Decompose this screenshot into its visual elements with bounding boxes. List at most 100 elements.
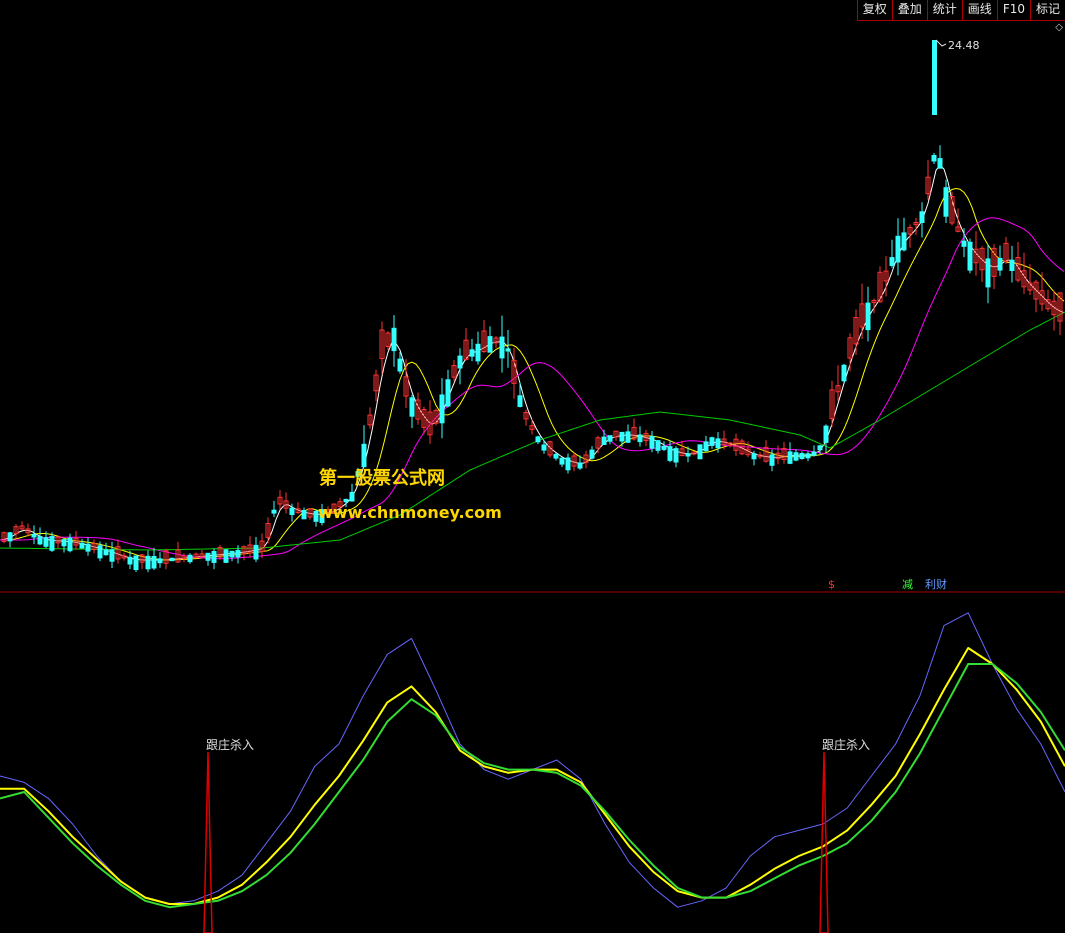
candle-body — [457, 355, 463, 369]
candle — [109, 541, 115, 569]
candle-body — [391, 327, 397, 352]
signal-spike-2 — [819, 751, 829, 933]
candle-body — [517, 395, 523, 407]
peak-candle — [932, 40, 937, 115]
candle — [115, 539, 121, 564]
candle — [937, 145, 943, 169]
candle — [469, 338, 475, 362]
candle — [835, 365, 841, 401]
candle — [7, 532, 13, 548]
candle — [565, 453, 571, 474]
f10-button[interactable]: F10 — [998, 0, 1031, 20]
candle — [61, 538, 67, 553]
candle-body — [349, 491, 355, 502]
candle — [265, 517, 271, 544]
candle-body — [901, 232, 907, 251]
candle — [949, 191, 955, 226]
candle — [487, 326, 493, 353]
watermark-url: www.chnmoney.com — [318, 503, 502, 522]
candle-body — [931, 155, 937, 162]
candle-body — [445, 379, 451, 407]
candle — [439, 378, 445, 439]
candle-body — [487, 336, 493, 353]
mark-button[interactable]: 标记 — [1031, 0, 1065, 20]
candle — [1039, 272, 1045, 312]
candlestick-series — [1, 40, 1063, 573]
candle — [145, 550, 151, 573]
candle — [787, 442, 793, 465]
candle — [19, 521, 25, 531]
candle — [157, 552, 163, 568]
candle — [475, 331, 481, 365]
candle-body — [811, 451, 817, 456]
candle — [691, 451, 697, 456]
candle-body — [205, 552, 211, 561]
candle — [847, 333, 853, 372]
candle-body — [67, 537, 73, 552]
candle-body — [271, 509, 277, 514]
candle-body — [625, 431, 631, 443]
candle — [271, 500, 277, 518]
candle — [505, 330, 511, 368]
candle — [385, 331, 391, 351]
candle-body — [223, 549, 229, 563]
statistics-button[interactable]: 统计 — [928, 0, 963, 20]
candle — [673, 446, 679, 468]
candle — [199, 550, 205, 558]
stock-chart-canvas[interactable]: 24.48 $ 减 利财 第一股票公式网 www.chnmoney.com 跟庄… — [0, 0, 1065, 933]
candle — [361, 425, 367, 468]
candle-body — [577, 462, 583, 469]
candle — [535, 435, 541, 445]
restore-rights-button[interactable]: 复权 — [858, 0, 893, 20]
oscillator-line-green — [0, 663, 1065, 909]
candle-body — [151, 556, 157, 569]
candle-body — [79, 542, 85, 549]
candle — [445, 369, 451, 408]
candle — [409, 394, 415, 429]
candle-body — [787, 451, 793, 464]
candle-body — [823, 425, 829, 443]
candle-body — [145, 555, 151, 570]
candle-body — [61, 539, 67, 547]
candle-body — [505, 348, 511, 352]
candle-body — [229, 550, 235, 558]
overlay-button[interactable]: 叠加 — [893, 0, 928, 20]
candle — [133, 555, 139, 572]
candle-body — [967, 241, 973, 271]
candle — [451, 360, 457, 382]
candle-body — [889, 257, 895, 267]
candle-body — [649, 436, 655, 449]
candle — [1033, 279, 1039, 313]
candle — [619, 431, 625, 447]
candle-body — [589, 449, 595, 459]
candle-body — [7, 532, 13, 542]
candle-body — [361, 443, 367, 468]
candle-body — [709, 437, 715, 446]
candle — [253, 536, 259, 562]
candle-body — [985, 258, 991, 288]
candle-body — [565, 457, 571, 471]
candle — [79, 538, 85, 549]
diamond-icon[interactable]: ◇ — [1055, 22, 1063, 33]
candle — [943, 179, 949, 223]
candle — [169, 557, 175, 562]
marker-reduce: 减 — [902, 578, 913, 591]
candle — [793, 449, 799, 462]
candle-body — [187, 554, 193, 563]
candle — [523, 409, 529, 426]
candle — [229, 550, 235, 562]
candle-body — [601, 436, 607, 446]
candle — [655, 439, 661, 454]
peak-price-label: 24.48 — [948, 39, 980, 52]
candle — [889, 239, 895, 268]
candle — [901, 217, 907, 252]
candle — [211, 548, 217, 570]
draw-line-button[interactable]: 画线 — [963, 0, 998, 20]
candle — [1, 531, 7, 544]
candle-body — [655, 440, 661, 451]
candle — [745, 441, 751, 458]
candle — [217, 544, 223, 560]
candle — [559, 457, 565, 468]
candle — [925, 160, 931, 200]
candle — [553, 453, 559, 461]
